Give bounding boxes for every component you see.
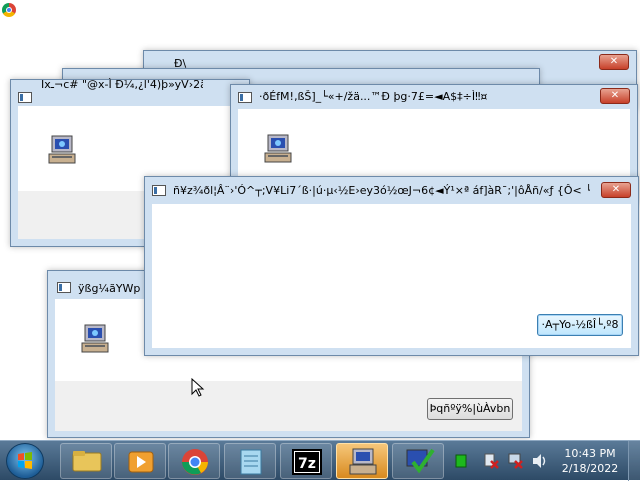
close-icon[interactable]: ✕ xyxy=(599,54,629,70)
notepad-icon xyxy=(240,449,262,475)
volume-icon[interactable] xyxy=(531,441,547,481)
7zip-icon: 7z xyxy=(292,449,322,475)
media-player-icon xyxy=(128,451,154,473)
start-button[interactable] xyxy=(6,443,44,479)
computer-monitor-icon xyxy=(81,324,109,353)
svg-text:7z: 7z xyxy=(298,456,316,472)
window-front[interactable]: ñ¥z¾ðl¦Â¨›'Ó^┬;V¥Li7´ß·|ú·µ‹½E›ey3ó½œJ¬6… xyxy=(144,176,639,356)
window-icon xyxy=(18,92,32,103)
taskbar-chrome[interactable] xyxy=(168,443,220,479)
window-icon xyxy=(152,185,166,196)
network-status-icon[interactable] xyxy=(507,441,523,481)
window-icon xyxy=(57,282,71,293)
computer-monitor-icon xyxy=(349,448,377,475)
taskbar-notepad[interactable] xyxy=(224,443,276,479)
chrome-icon xyxy=(182,449,208,475)
taskbar-7zip[interactable]: 7z xyxy=(280,443,332,479)
taskbar-tools[interactable] xyxy=(392,443,444,479)
taskbar: 7z 10:43 PM 2/18/2022 xyxy=(0,440,640,481)
dialog-button[interactable]: Þqñºÿ%|ùÀvbn xyxy=(427,398,513,420)
taskbar-media-player[interactable] xyxy=(114,443,166,479)
window-title: Ixـ¬c# "@x-Ì Ð¼,¿l'4)þ»yV›2äs\m¤á+ xyxy=(41,78,203,91)
network-icon[interactable] xyxy=(454,441,468,481)
action-center-icon[interactable] xyxy=(483,441,499,481)
dialog-button[interactable]: ·A┬Yo-½ßÎ└‚º8 xyxy=(537,314,623,336)
windows-logo-icon xyxy=(18,452,32,469)
folder-icon xyxy=(72,451,102,472)
window-title: ·ðÉfM!‚ßŠ]_└«+/žä...™Ð þg·7£=◄A$‡÷Ì‼¤ xyxy=(259,90,488,103)
close-icon[interactable]: ✕ xyxy=(600,88,630,104)
checkmark-monitor-icon xyxy=(406,448,435,474)
computer-monitor-icon xyxy=(48,135,76,164)
show-desktop-button[interactable] xyxy=(628,441,640,481)
clock-date: 2/18/2022 xyxy=(561,462,619,475)
chrome-icon xyxy=(2,3,16,17)
clock[interactable]: 10:43 PM 2/18/2022 xyxy=(558,446,622,476)
computer-monitor-icon xyxy=(264,134,292,163)
mouse-cursor-icon xyxy=(191,378,205,397)
window-icon xyxy=(238,92,252,103)
window-title: ñ¥z¾ðl¦Â¨›'Ó^┬;V¥Li7´ß·|ú·µ‹½E›ey3ó½œJ¬6… xyxy=(173,184,590,197)
taskbar-application[interactable] xyxy=(336,443,388,479)
taskbar-explorer[interactable] xyxy=(60,443,112,479)
clock-time: 10:43 PM xyxy=(564,447,616,460)
close-icon[interactable]: ✕ xyxy=(601,182,631,198)
